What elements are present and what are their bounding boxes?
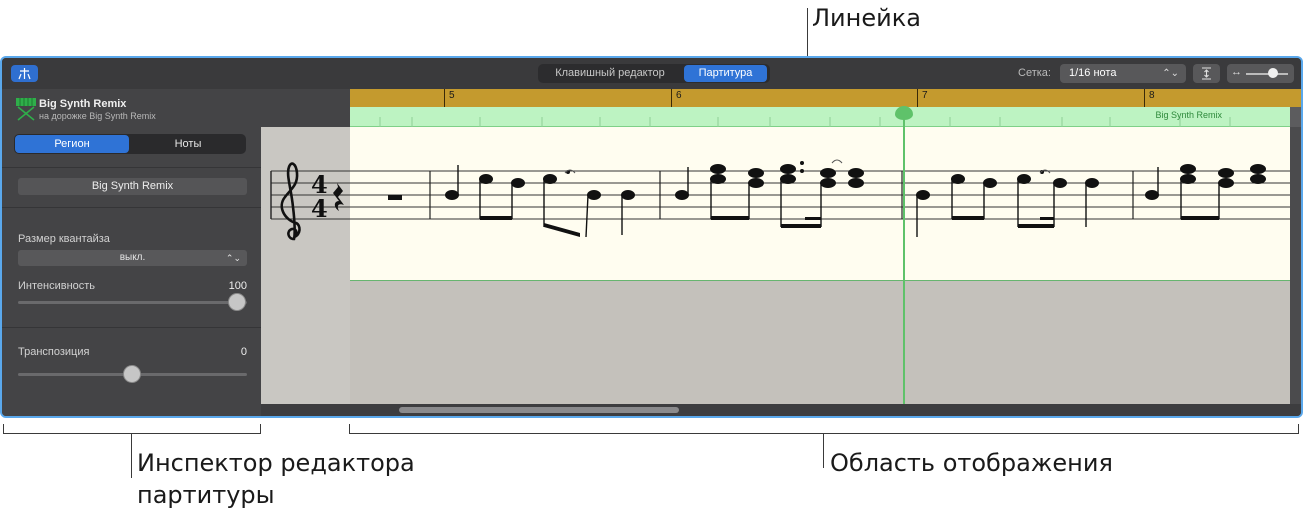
region-label: Big Synth Remix	[1155, 110, 1222, 120]
callout-inspector: Инспектор редактора	[137, 449, 415, 477]
velocity-value: 100	[228, 280, 247, 292]
ruler[interactable]: 5 6 7 8	[350, 89, 1301, 107]
score-tab[interactable]: Партитура	[684, 65, 767, 82]
inspector-tabs: Регион Ноты	[14, 134, 246, 154]
bar-number: 6	[676, 90, 682, 101]
tab-region[interactable]: Регион	[15, 135, 129, 153]
grid-select-value: 1/16 нота	[1069, 67, 1117, 79]
quantize-value: выкл.	[119, 252, 146, 263]
fit-content-button[interactable]	[1193, 64, 1220, 83]
display-bracket	[349, 433, 1299, 434]
bar-tick	[1144, 89, 1145, 107]
transpose-value: 0	[240, 346, 247, 358]
callout-inspector-line2: партитуры	[137, 481, 275, 509]
playhead[interactable]	[903, 117, 905, 404]
bar-tick	[444, 89, 445, 107]
inspector-bracket-stem	[131, 433, 132, 478]
smart-controls-button[interactable]	[11, 65, 38, 82]
score-staff	[350, 127, 1290, 280]
score-empty-area	[350, 280, 1290, 404]
grid-label: Сетка:	[1018, 67, 1051, 79]
inspector-bracket-left	[3, 424, 4, 434]
transpose-slider-knob[interactable]	[123, 365, 141, 383]
divider	[2, 167, 261, 168]
bar-number: 5	[449, 90, 455, 101]
velocity-label: Интенсивность	[18, 280, 96, 292]
horizontal-scroll-thumb[interactable]	[399, 407, 679, 413]
zoom-knob[interactable]	[1268, 68, 1278, 78]
treble-clef-staff-header: 4 4	[270, 162, 350, 241]
bar-number: 7	[922, 90, 928, 101]
track-subtitle: на дорожке Big Synth Remix	[39, 111, 156, 121]
display-bracket-stem	[823, 433, 824, 468]
velocity-slider-knob[interactable]	[228, 293, 246, 311]
beat-ticks	[379, 117, 1231, 127]
callout-display-area: Область отображения	[830, 449, 1113, 477]
smart-controls-icon	[18, 68, 31, 80]
ruler-header-spacer	[261, 89, 350, 127]
vertical-scrollbar[interactable]	[1290, 127, 1301, 404]
velocity-slider-track[interactable]	[18, 301, 247, 304]
bar-number: 8	[1149, 90, 1155, 101]
tab-notes[interactable]: Ноты	[130, 134, 246, 154]
editor-mode-switch: Клавишный редактор Партитура	[538, 64, 770, 83]
bar-tick	[671, 89, 672, 107]
playhead-handle[interactable]	[895, 106, 913, 120]
toolbar: Клавишный редактор Партитура Сетка: 1/16…	[2, 58, 1301, 89]
bar-tick	[917, 89, 918, 107]
transpose-label: Транспозиция	[18, 346, 90, 358]
score-editor-window: Клавишный редактор Партитура Сетка: 1/16…	[0, 56, 1303, 418]
display-bracket-right	[1298, 424, 1299, 434]
svg-text:4: 4	[311, 194, 328, 223]
horizontal-zoom-icon: ↔	[1231, 66, 1242, 78]
display-bracket-left	[349, 424, 350, 434]
divider	[2, 327, 261, 328]
track-title: Big Synth Remix	[39, 98, 127, 110]
fit-vertical-icon	[1202, 67, 1211, 80]
updown-chevron-icon: ⌃⌄	[1162, 68, 1179, 79]
horizontal-zoom-slider[interactable]: ↔	[1227, 64, 1294, 83]
staff-header: 4 4	[261, 127, 350, 408]
zoom-track	[1246, 73, 1288, 75]
inspector-bracket-right	[260, 424, 261, 434]
synth-track-icon	[16, 98, 36, 121]
treble-clef-icon	[280, 162, 301, 241]
score-editor-inspector: Big Synth Remix на дорожке Big Synth Rem…	[2, 89, 261, 416]
callout-ruler: Линейка	[812, 4, 921, 32]
region-header[interactable]: Big Synth Remix	[350, 107, 1290, 127]
piano-roll-tab[interactable]: Клавишный редактор	[538, 64, 682, 83]
region-name-field[interactable]: Big Synth Remix	[18, 178, 247, 195]
inspector-bracket	[3, 433, 261, 434]
quantize-select[interactable]: выкл. ⌃⌄	[18, 250, 247, 266]
grid-select[interactable]: 1/16 нота ⌃⌄	[1060, 64, 1186, 83]
quantize-label: Размер квантайза	[18, 233, 110, 245]
score-display-area: 5 6 7 8 Big Synth Remix 4 4	[261, 89, 1301, 416]
divider	[2, 207, 261, 208]
updown-chevron-icon: ⌃⌄	[225, 253, 241, 263]
